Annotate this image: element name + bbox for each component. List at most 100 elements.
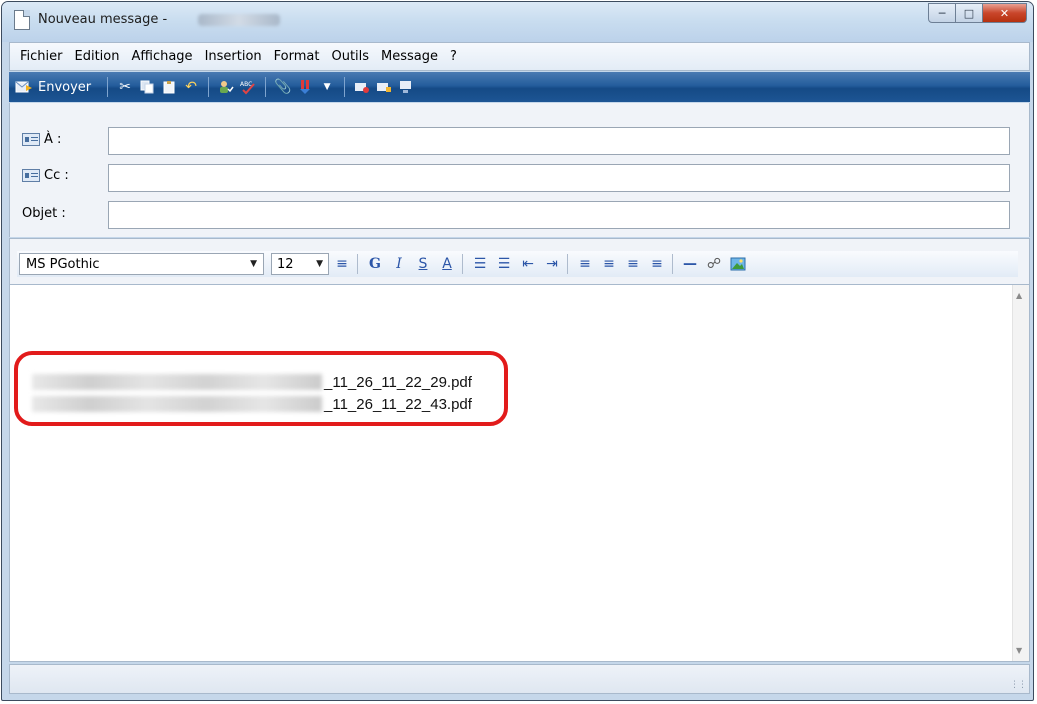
spelling-icon: ABC [240, 81, 255, 95]
cut-button[interactable]: ✂ [114, 76, 136, 98]
main-toolbar: Envoyer ✂ ↶ ABC 📎 ▼ [9, 72, 1030, 102]
maximize-icon: □ [963, 6, 975, 20]
close-icon: ✕ [999, 6, 1010, 20]
scroll-up-icon[interactable]: ▲ [1016, 291, 1022, 300]
align-left-button[interactable]: ≡ [574, 253, 596, 275]
font-name-value: MS PGothic [26, 256, 100, 272]
bullet-list-icon: ☰ [497, 256, 511, 272]
menu-affichage[interactable]: Affichage [125, 49, 198, 64]
attach-button[interactable]: 📎 [272, 76, 294, 98]
paragraph-style-button[interactable]: ≡ [331, 253, 353, 275]
font-color-icon: A [442, 256, 452, 272]
underline-button[interactable]: S [412, 253, 434, 275]
address-card-icon [22, 133, 40, 146]
scroll-down-icon[interactable]: ▼ [1016, 646, 1022, 655]
to-label[interactable]: À : [22, 132, 61, 147]
sign-icon [355, 83, 370, 93]
italic-icon: I [396, 256, 402, 272]
insert-picture-button[interactable] [727, 253, 749, 275]
bold-button[interactable]: G [364, 253, 386, 275]
encrypt-icon [377, 83, 392, 92]
menu-outils[interactable]: Outils [325, 49, 375, 64]
format-toolbar: MS PGothic ▼ 12 ▼ ≡ G I S A ☰ ☰ ⇤ ⇥ ≡ ≡ … [17, 251, 1018, 277]
vertical-scrollbar[interactable]: ▲ ▼ [1012, 285, 1029, 661]
resize-grip-icon[interactable]: ⋮⋮ [1010, 680, 1027, 690]
priority-dropdown[interactable]: ▼ [316, 76, 338, 98]
menu-bar: Fichier Edition Affichage Insertion Form… [9, 42, 1030, 71]
paste-button[interactable] [158, 76, 180, 98]
copy-icon [140, 80, 154, 94]
caption-buttons: ─ □ ✕ [928, 3, 1027, 23]
subject-field[interactable] [108, 201, 1010, 229]
priority-icon [300, 80, 311, 94]
check-names-button[interactable] [215, 76, 237, 98]
font-size-select[interactable]: 12 ▼ [271, 253, 329, 275]
align-center-icon: ≡ [603, 256, 615, 272]
maximize-button[interactable]: □ [956, 3, 983, 23]
align-center-button[interactable]: ≡ [598, 253, 620, 275]
menu-insertion[interactable]: Insertion [199, 49, 268, 64]
chevron-down-icon: ▼ [316, 259, 323, 269]
toolbar-separator [265, 77, 267, 97]
menu-fichier[interactable]: Fichier [14, 49, 69, 64]
cut-icon: ✂ [119, 79, 131, 95]
menu-help[interactable]: ? [444, 49, 463, 64]
numbered-list-button[interactable]: ☰ [469, 253, 491, 275]
window-title: Nouveau message - [38, 12, 168, 27]
to-field[interactable] [108, 127, 1010, 155]
priority-button[interactable] [294, 76, 316, 98]
undo-button[interactable]: ↶ [180, 76, 202, 98]
decrease-indent-button[interactable]: ⇤ [517, 253, 539, 275]
increase-indent-button[interactable]: ⇥ [541, 253, 563, 275]
cc-field[interactable] [108, 164, 1010, 192]
title-bar[interactable]: Nouveau message - ─ □ ✕ [2, 2, 1033, 42]
font-size-value: 12 [277, 256, 294, 272]
font-color-button[interactable]: A [436, 253, 458, 275]
document-icon [14, 10, 30, 30]
menu-message[interactable]: Message [375, 49, 444, 64]
address-card-icon [22, 169, 40, 182]
cc-label[interactable]: Cc : [22, 168, 69, 183]
close-button[interactable]: ✕ [983, 3, 1027, 23]
send-icon [15, 81, 32, 93]
sign-button[interactable] [351, 76, 373, 98]
offline-button[interactable] [395, 76, 417, 98]
picture-icon [730, 257, 746, 271]
justify-button[interactable]: ≡ [646, 253, 668, 275]
check-names-icon [220, 81, 234, 93]
minimize-button[interactable]: ─ [928, 3, 956, 23]
message-body[interactable]: _11_26_11_22_29.pdf _11_26_11_22_43.pdf … [9, 284, 1030, 662]
chevron-down-icon: ▼ [323, 82, 331, 92]
align-right-icon: ≡ [627, 256, 639, 272]
send-label: Envoyer [38, 79, 92, 95]
format-separator [672, 254, 673, 274]
align-left-icon: ≡ [579, 256, 591, 272]
status-bar: ⋮⋮ [9, 664, 1030, 694]
horizontal-line-button[interactable]: — [679, 253, 701, 275]
encrypt-button[interactable] [373, 76, 395, 98]
underline-icon: S [418, 256, 428, 272]
align-right-button[interactable]: ≡ [622, 253, 644, 275]
horizontal-line-icon: — [683, 256, 697, 272]
format-separator [567, 254, 568, 274]
numbered-list-icon: ☰ [473, 256, 487, 272]
redacted-sender [198, 14, 280, 26]
chevron-down-icon: ▼ [250, 259, 257, 269]
format-separator [357, 254, 358, 274]
bullet-list-button[interactable]: ☰ [493, 253, 515, 275]
menu-edition[interactable]: Edition [69, 49, 126, 64]
send-button[interactable]: Envoyer [15, 80, 101, 95]
menu-format[interactable]: Format [268, 49, 326, 64]
subject-label: Objet : [22, 206, 66, 221]
bold-icon: G [369, 256, 381, 272]
font-name-select[interactable]: MS PGothic ▼ [19, 253, 264, 275]
cc-label-text: Cc : [44, 168, 69, 183]
paragraph-style-icon: ≡ [336, 256, 348, 272]
italic-button[interactable]: I [388, 253, 410, 275]
justify-icon: ≡ [651, 256, 663, 272]
toolbar-separator [107, 77, 109, 97]
copy-button[interactable] [136, 76, 158, 98]
hyperlink-button[interactable]: ☍ [703, 253, 725, 275]
spelling-button[interactable]: ABC [237, 76, 259, 98]
offline-icon [400, 81, 412, 93]
